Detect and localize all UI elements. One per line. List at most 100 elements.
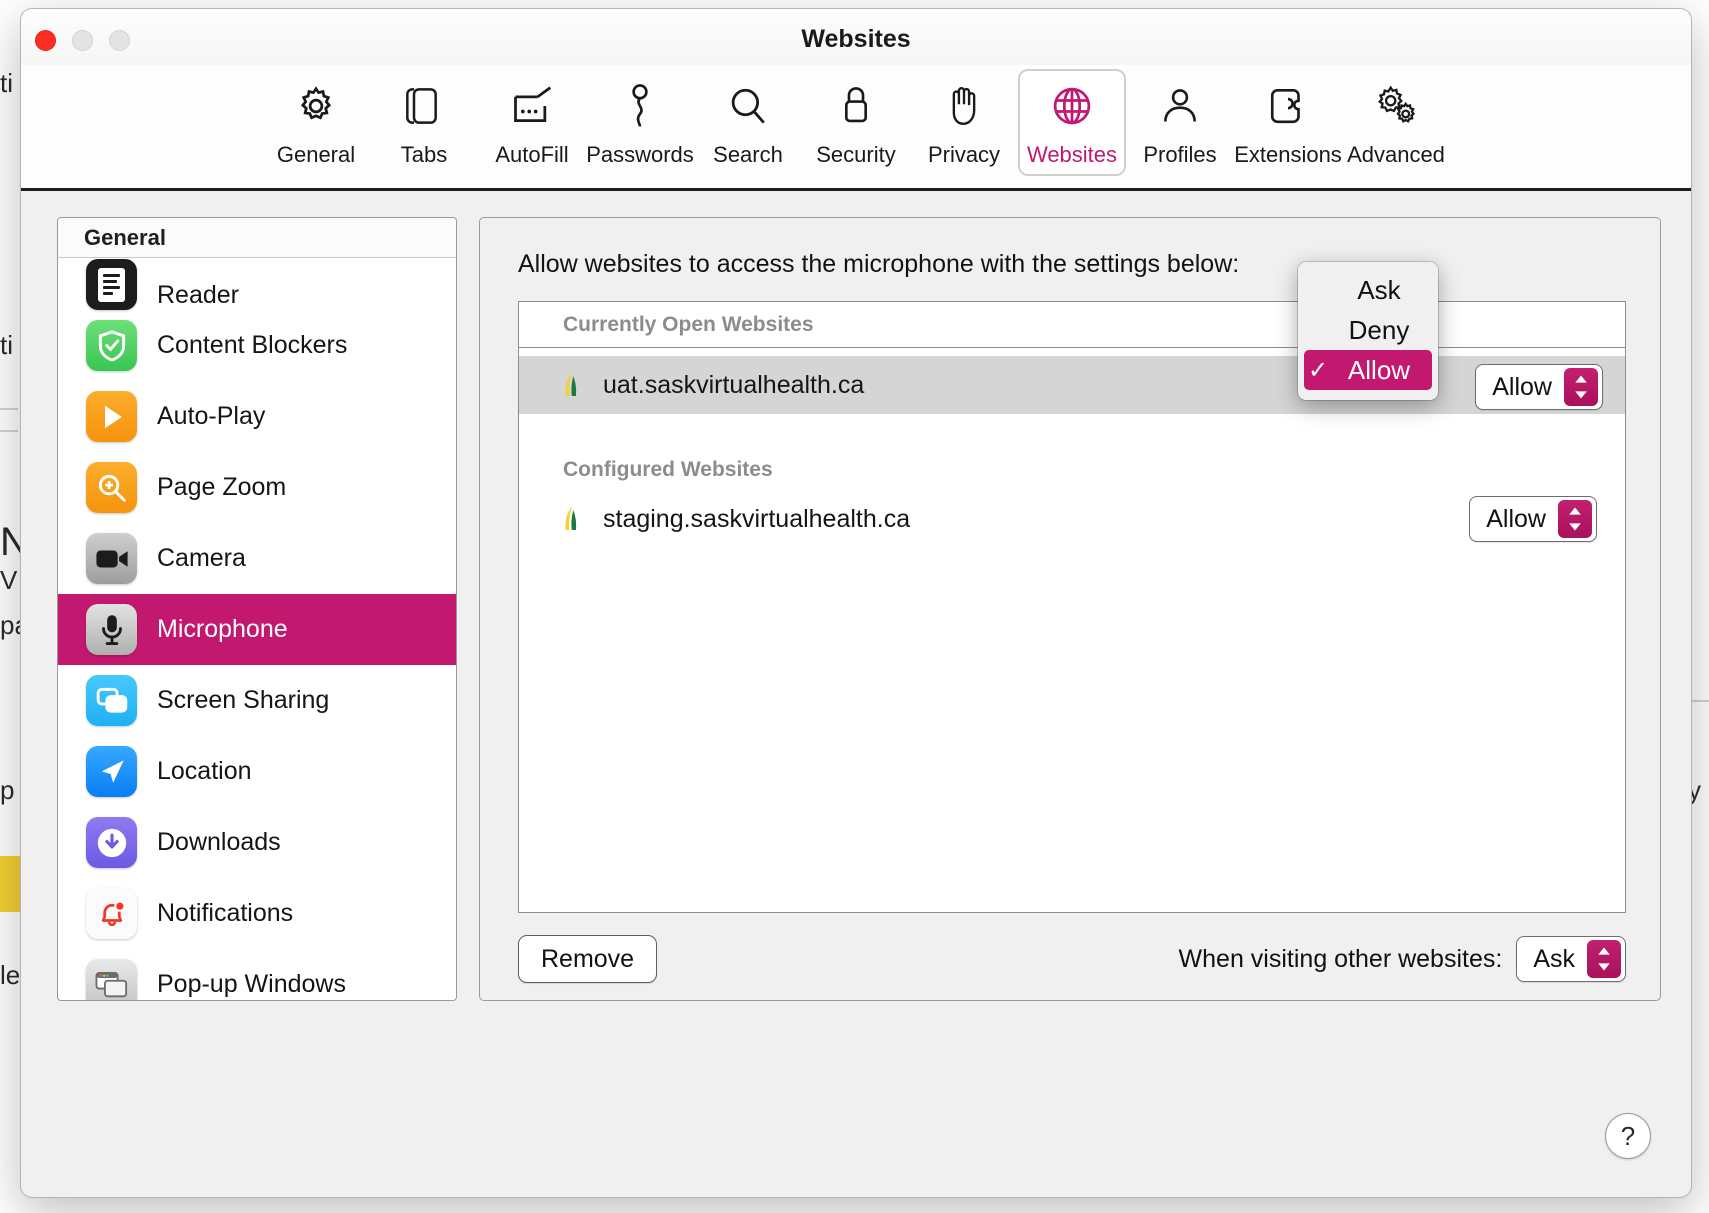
sidebar-item-label: Reader bbox=[157, 281, 239, 309]
permission-value: Allow bbox=[1486, 504, 1546, 533]
sidebar-item-content-blockers[interactable]: Content Blockers bbox=[58, 310, 456, 381]
toolbar-tab-label: Passwords bbox=[586, 142, 694, 167]
chevron-updown-icon bbox=[1558, 500, 1592, 538]
toolbar-tab-label: General bbox=[276, 142, 356, 167]
toolbar-tab-label: Advanced bbox=[1347, 142, 1445, 167]
sidebar-item-location[interactable]: Location bbox=[58, 736, 456, 807]
sidebar-item-label: Downloads bbox=[157, 828, 281, 856]
toolbar-tab-profiles[interactable]: Profiles bbox=[1126, 69, 1234, 176]
popup-windows-icon bbox=[86, 959, 137, 1000]
sidebar-item-screen-sharing[interactable]: Screen Sharing bbox=[58, 665, 456, 736]
play-icon bbox=[86, 391, 137, 442]
table-row[interactable]: staging.saskvirtualhealth.ca Allow bbox=[519, 490, 1625, 548]
toolbar-tab-privacy[interactable]: Privacy bbox=[910, 69, 1018, 176]
toolbar-tab-label: Websites bbox=[1026, 142, 1118, 167]
sidebar-item-camera[interactable]: Camera bbox=[58, 523, 456, 594]
menu-item-ask[interactable]: Ask bbox=[1298, 270, 1438, 310]
sidebar-item-auto-play[interactable]: Auto-Play bbox=[58, 381, 456, 452]
help-button[interactable]: ? bbox=[1605, 1113, 1651, 1159]
sidebar-item-label: Pop-up Windows bbox=[157, 970, 346, 998]
settings-sidebar[interactable]: General Reader Content Blockers Auto-Pla… bbox=[57, 217, 457, 1001]
shield-check-icon bbox=[86, 320, 137, 371]
toolbar-tab-websites[interactable]: Websites bbox=[1018, 69, 1126, 176]
lock-icon bbox=[840, 79, 872, 133]
permission-dropdown-menu[interactable]: Ask Deny ✓ Allow bbox=[1298, 262, 1438, 400]
group-header-currently-open: Currently Open Websites bbox=[519, 302, 1625, 348]
toolbar-tab-label: Search bbox=[713, 142, 783, 167]
sidebar-item-microphone[interactable]: Microphone bbox=[58, 594, 456, 665]
sidebar-item-downloads[interactable]: Downloads bbox=[58, 807, 456, 878]
chevron-updown-icon bbox=[1564, 368, 1598, 406]
website-permission-list[interactable]: Currently Open Websites uat.saskvirtualh… bbox=[518, 301, 1626, 913]
sidebar-item-label: Page Zoom bbox=[157, 473, 287, 501]
table-row[interactable]: uat.saskvirtualhealth.ca Allow bbox=[519, 356, 1625, 414]
remove-button[interactable]: Remove bbox=[518, 935, 658, 983]
permission-stepper-open-site[interactable]: Allow bbox=[1475, 364, 1603, 410]
sidebar-item-label: Auto-Play bbox=[157, 402, 266, 430]
bg-fragment: le bbox=[0, 960, 21, 990]
title-bar: Websites bbox=[21, 9, 1691, 65]
toolbar-tab-security[interactable]: Security bbox=[802, 69, 910, 176]
reader-icon bbox=[86, 259, 137, 310]
bg-fragment: ti bbox=[0, 68, 13, 98]
default-permission-label: When visiting other websites: bbox=[1178, 944, 1503, 973]
tabs-icon bbox=[404, 79, 444, 133]
bell-badge-icon bbox=[86, 888, 137, 939]
window-title: Websites bbox=[801, 25, 911, 53]
sidebar-section-header: General bbox=[58, 218, 456, 258]
puzzle-icon bbox=[1267, 79, 1309, 133]
toolbar-tab-tabs[interactable]: Tabs bbox=[370, 69, 478, 176]
hand-icon bbox=[945, 79, 983, 133]
sidebar-item-label: Location bbox=[157, 757, 252, 785]
screen-share-icon bbox=[86, 675, 137, 726]
toolbar-tab-label: AutoFill bbox=[495, 142, 569, 167]
bg-divider bbox=[1692, 700, 1709, 702]
gear-icon bbox=[294, 79, 338, 133]
menu-item-deny[interactable]: Deny bbox=[1298, 310, 1438, 350]
toolbar-tab-label: Extensions bbox=[1234, 142, 1342, 167]
pane-bottom-controls: Remove When visiting other websites: Ask bbox=[518, 935, 1626, 983]
sidebar-item-label: Notifications bbox=[157, 899, 294, 927]
bg-fragment: ti bbox=[0, 330, 13, 360]
default-permission-stepper[interactable]: Ask bbox=[1516, 936, 1626, 982]
magnifier-plus-icon bbox=[86, 462, 137, 513]
menu-item-allow[interactable]: ✓ Allow bbox=[1304, 350, 1432, 390]
sidebar-item-label: Content Blockers bbox=[157, 331, 348, 359]
menu-item-label: Allow bbox=[1347, 354, 1411, 385]
location-arrow-icon bbox=[86, 746, 137, 797]
toolbar-tab-label: Privacy bbox=[927, 142, 1001, 167]
default-permission-value: Ask bbox=[1533, 944, 1575, 973]
sask-leaf-favicon bbox=[561, 505, 585, 533]
bg-fragment: p bbox=[0, 775, 15, 805]
toolbar-tab-label: Tabs bbox=[400, 142, 448, 167]
checkmark-icon: ✓ bbox=[1308, 356, 1329, 384]
preferences-toolbar[interactable]: General Tabs AutoFill Passwords Search S… bbox=[21, 65, 1691, 191]
sidebar-item-page-zoom[interactable]: Page Zoom bbox=[58, 452, 456, 523]
autofill-icon bbox=[508, 79, 556, 133]
sidebar-list[interactable]: Reader Content Blockers Auto-Play Page Z… bbox=[58, 258, 456, 1000]
sidebar-item-label: Screen Sharing bbox=[157, 686, 330, 714]
toolbar-tab-extensions[interactable]: Extensions bbox=[1234, 69, 1342, 176]
toolbar-tab-search[interactable]: Search bbox=[694, 69, 802, 176]
sidebar-item-popup-windows[interactable]: Pop-up Windows bbox=[58, 949, 456, 1000]
microphone-icon bbox=[86, 604, 137, 655]
permission-stepper-configured-site[interactable]: Allow bbox=[1469, 496, 1597, 542]
sidebar-item-label: Microphone bbox=[157, 615, 288, 643]
toolbar-tab-advanced[interactable]: Advanced bbox=[1342, 69, 1450, 176]
toolbar-tab-passwords[interactable]: Passwords bbox=[586, 69, 694, 176]
bg-divider bbox=[0, 408, 18, 410]
toolbar-tab-label: Profiles bbox=[1143, 142, 1217, 167]
sidebar-item-notifications[interactable]: Notifications bbox=[58, 878, 456, 949]
microphone-settings-pane: Allow websites to access the microphone … bbox=[479, 217, 1661, 1001]
globe-icon bbox=[1050, 79, 1094, 133]
bg-divider bbox=[0, 430, 18, 432]
sidebar-item-reader[interactable]: Reader bbox=[58, 258, 456, 310]
sidebar-item-label: Camera bbox=[157, 544, 246, 572]
toolbar-tab-general[interactable]: General bbox=[262, 69, 370, 176]
key-icon bbox=[625, 79, 655, 133]
permission-value: Allow bbox=[1492, 372, 1552, 401]
bg-highlight bbox=[0, 856, 20, 912]
menu-item-label: Deny bbox=[1348, 314, 1410, 345]
site-domain: uat.saskvirtualhealth.ca bbox=[603, 370, 865, 399]
toolbar-tab-autofill[interactable]: AutoFill bbox=[478, 69, 586, 176]
